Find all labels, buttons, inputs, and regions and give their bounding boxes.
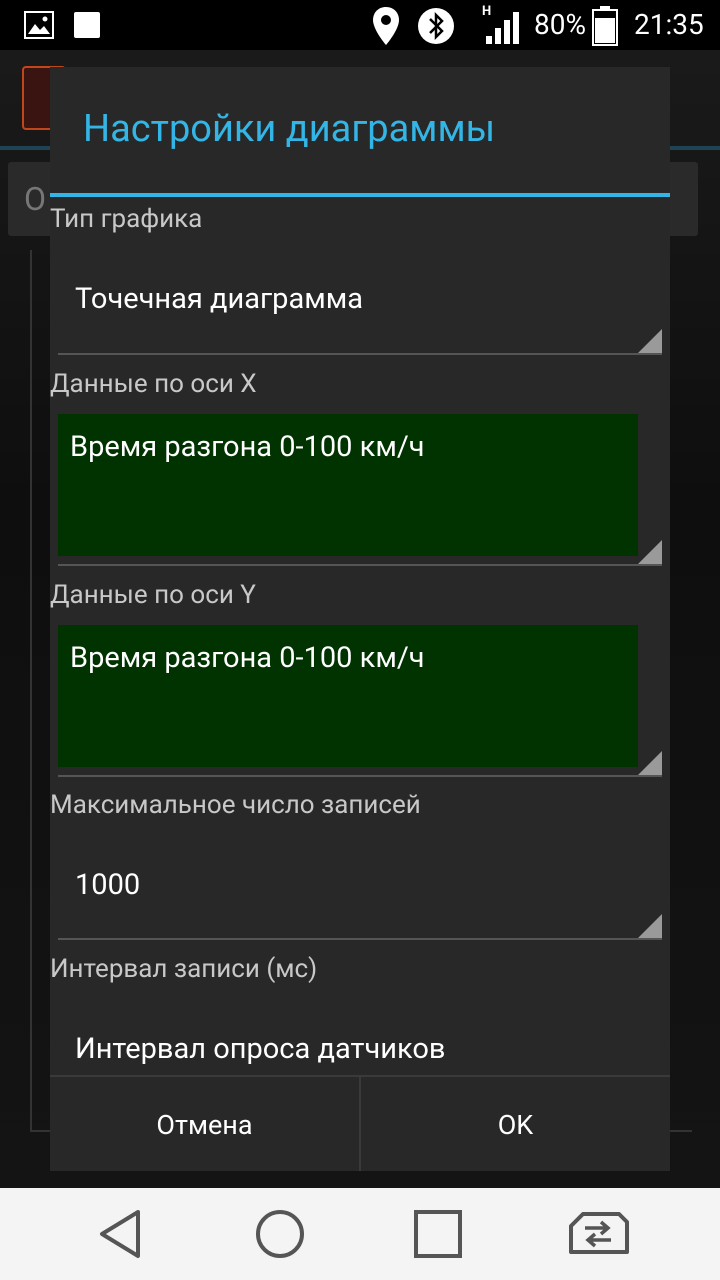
bluetooth-icon: [417, 7, 455, 49]
dialog-button-bar: Отмена OK: [50, 1075, 670, 1171]
chart-settings-dialog: Настройки диаграммы Тип графика Точечная…: [50, 67, 670, 1171]
notification-square-icon: [73, 11, 101, 43]
background-field-text: О: [24, 180, 47, 218]
back-icon[interactable]: [90, 1202, 154, 1266]
chart-type-value: Точечная диаграмма: [75, 282, 364, 316]
max-records-spinner[interactable]: 1000: [58, 840, 662, 940]
dropdown-arrow-icon: [638, 540, 662, 564]
home-icon[interactable]: [248, 1202, 312, 1266]
y-axis-spinner[interactable]: Время разгона 0-100 км/ч: [58, 625, 662, 777]
switch-sim-icon[interactable]: [565, 1202, 629, 1266]
x-axis-label: Данные по оси X: [50, 369, 257, 399]
status-bar: H 80% 21:35: [0, 0, 720, 50]
location-icon: [372, 6, 400, 50]
ok-button[interactable]: OK: [361, 1077, 670, 1171]
interval-value: Интервал опроса датчиков: [75, 1032, 446, 1066]
clock: 21:35: [634, 8, 704, 41]
image-icon: [24, 11, 54, 43]
spinner-underline: [58, 775, 662, 777]
dropdown-arrow-icon: [638, 329, 662, 353]
title-divider: [50, 193, 670, 197]
spinner-underline: [58, 353, 662, 355]
max-records-value: 1000: [75, 868, 141, 902]
y-axis-value: Время разгона 0-100 км/ч: [70, 641, 425, 675]
chart-type-label: Тип графика: [50, 204, 203, 234]
battery-icon: [592, 6, 618, 50]
dropdown-arrow-icon: [638, 914, 662, 938]
battery-percent: 80%: [534, 8, 586, 41]
navigation-bar: [0, 1188, 720, 1280]
chart-type-spinner[interactable]: Точечная диаграмма: [58, 255, 662, 355]
dialog-title: Настройки диаграммы: [83, 107, 496, 151]
interval-label: Интервал записи (мс): [50, 954, 318, 984]
x-axis-spinner[interactable]: Время разгона 0-100 км/ч: [58, 414, 662, 566]
max-records-label: Максимальное число записей: [50, 790, 421, 820]
y-axis-label: Данные по оси Y: [50, 580, 256, 610]
spinner-underline: [58, 938, 662, 940]
cancel-button[interactable]: Отмена: [50, 1077, 359, 1171]
spinner-underline: [58, 564, 662, 566]
x-axis-value: Время разгона 0-100 км/ч: [70, 430, 425, 464]
dropdown-arrow-icon: [638, 751, 662, 775]
recents-icon[interactable]: [406, 1202, 470, 1266]
